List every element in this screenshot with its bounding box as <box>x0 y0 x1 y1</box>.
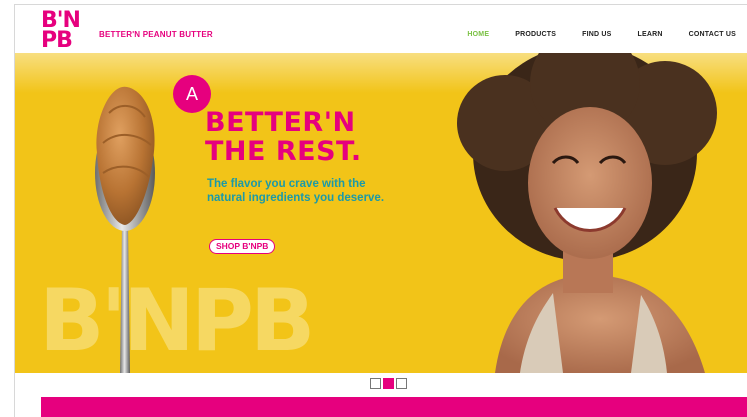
carousel-dot-1[interactable] <box>370 378 381 389</box>
nav-home[interactable]: HOME <box>467 31 489 38</box>
hero-subtext: The flavor you crave with the natural in… <box>207 178 385 204</box>
logo-bottom-text: PB <box>41 28 73 53</box>
brand-name: BETTER'N PEANUT BUTTER <box>99 30 213 39</box>
spoon-image <box>95 86 155 373</box>
site-header: B'N PB BETTER'N PEANUT BUTTER HOME PRODU… <box>15 5 747 53</box>
nav-products[interactable]: PRODUCTS <box>515 31 556 38</box>
woman-photo <box>457 53 717 373</box>
shop-button[interactable]: SHOP B'NPB <box>209 239 276 254</box>
hero-watermark: B'NPB <box>39 271 315 371</box>
brand-logo[interactable]: B'N PB <box>41 10 89 55</box>
nav-learn[interactable]: LEARN <box>638 31 663 38</box>
main-nav: HOME PRODUCTS FIND US LEARN CONTACT US <box>441 31 736 38</box>
nav-contact-us[interactable]: CONTACT US <box>689 31 736 38</box>
page-frame: B'N PB BETTER'N PEANUT BUTTER HOME PRODU… <box>14 4 747 417</box>
headline-line-2: THE REST. <box>205 136 362 167</box>
carousel-dots <box>370 378 407 389</box>
headline-line-1: BETTER'N <box>205 107 356 138</box>
hero-headline: BETTER'N THE REST. <box>205 108 362 166</box>
nav-find-us[interactable]: FIND US <box>582 31 611 38</box>
carousel-dot-3[interactable] <box>396 378 407 389</box>
hero-banner: B'NPB A BETTER'N THE REST. The flavor yo… <box>15 53 747 373</box>
pink-section-bar <box>41 397 747 417</box>
carousel-dot-2[interactable] <box>383 378 394 389</box>
